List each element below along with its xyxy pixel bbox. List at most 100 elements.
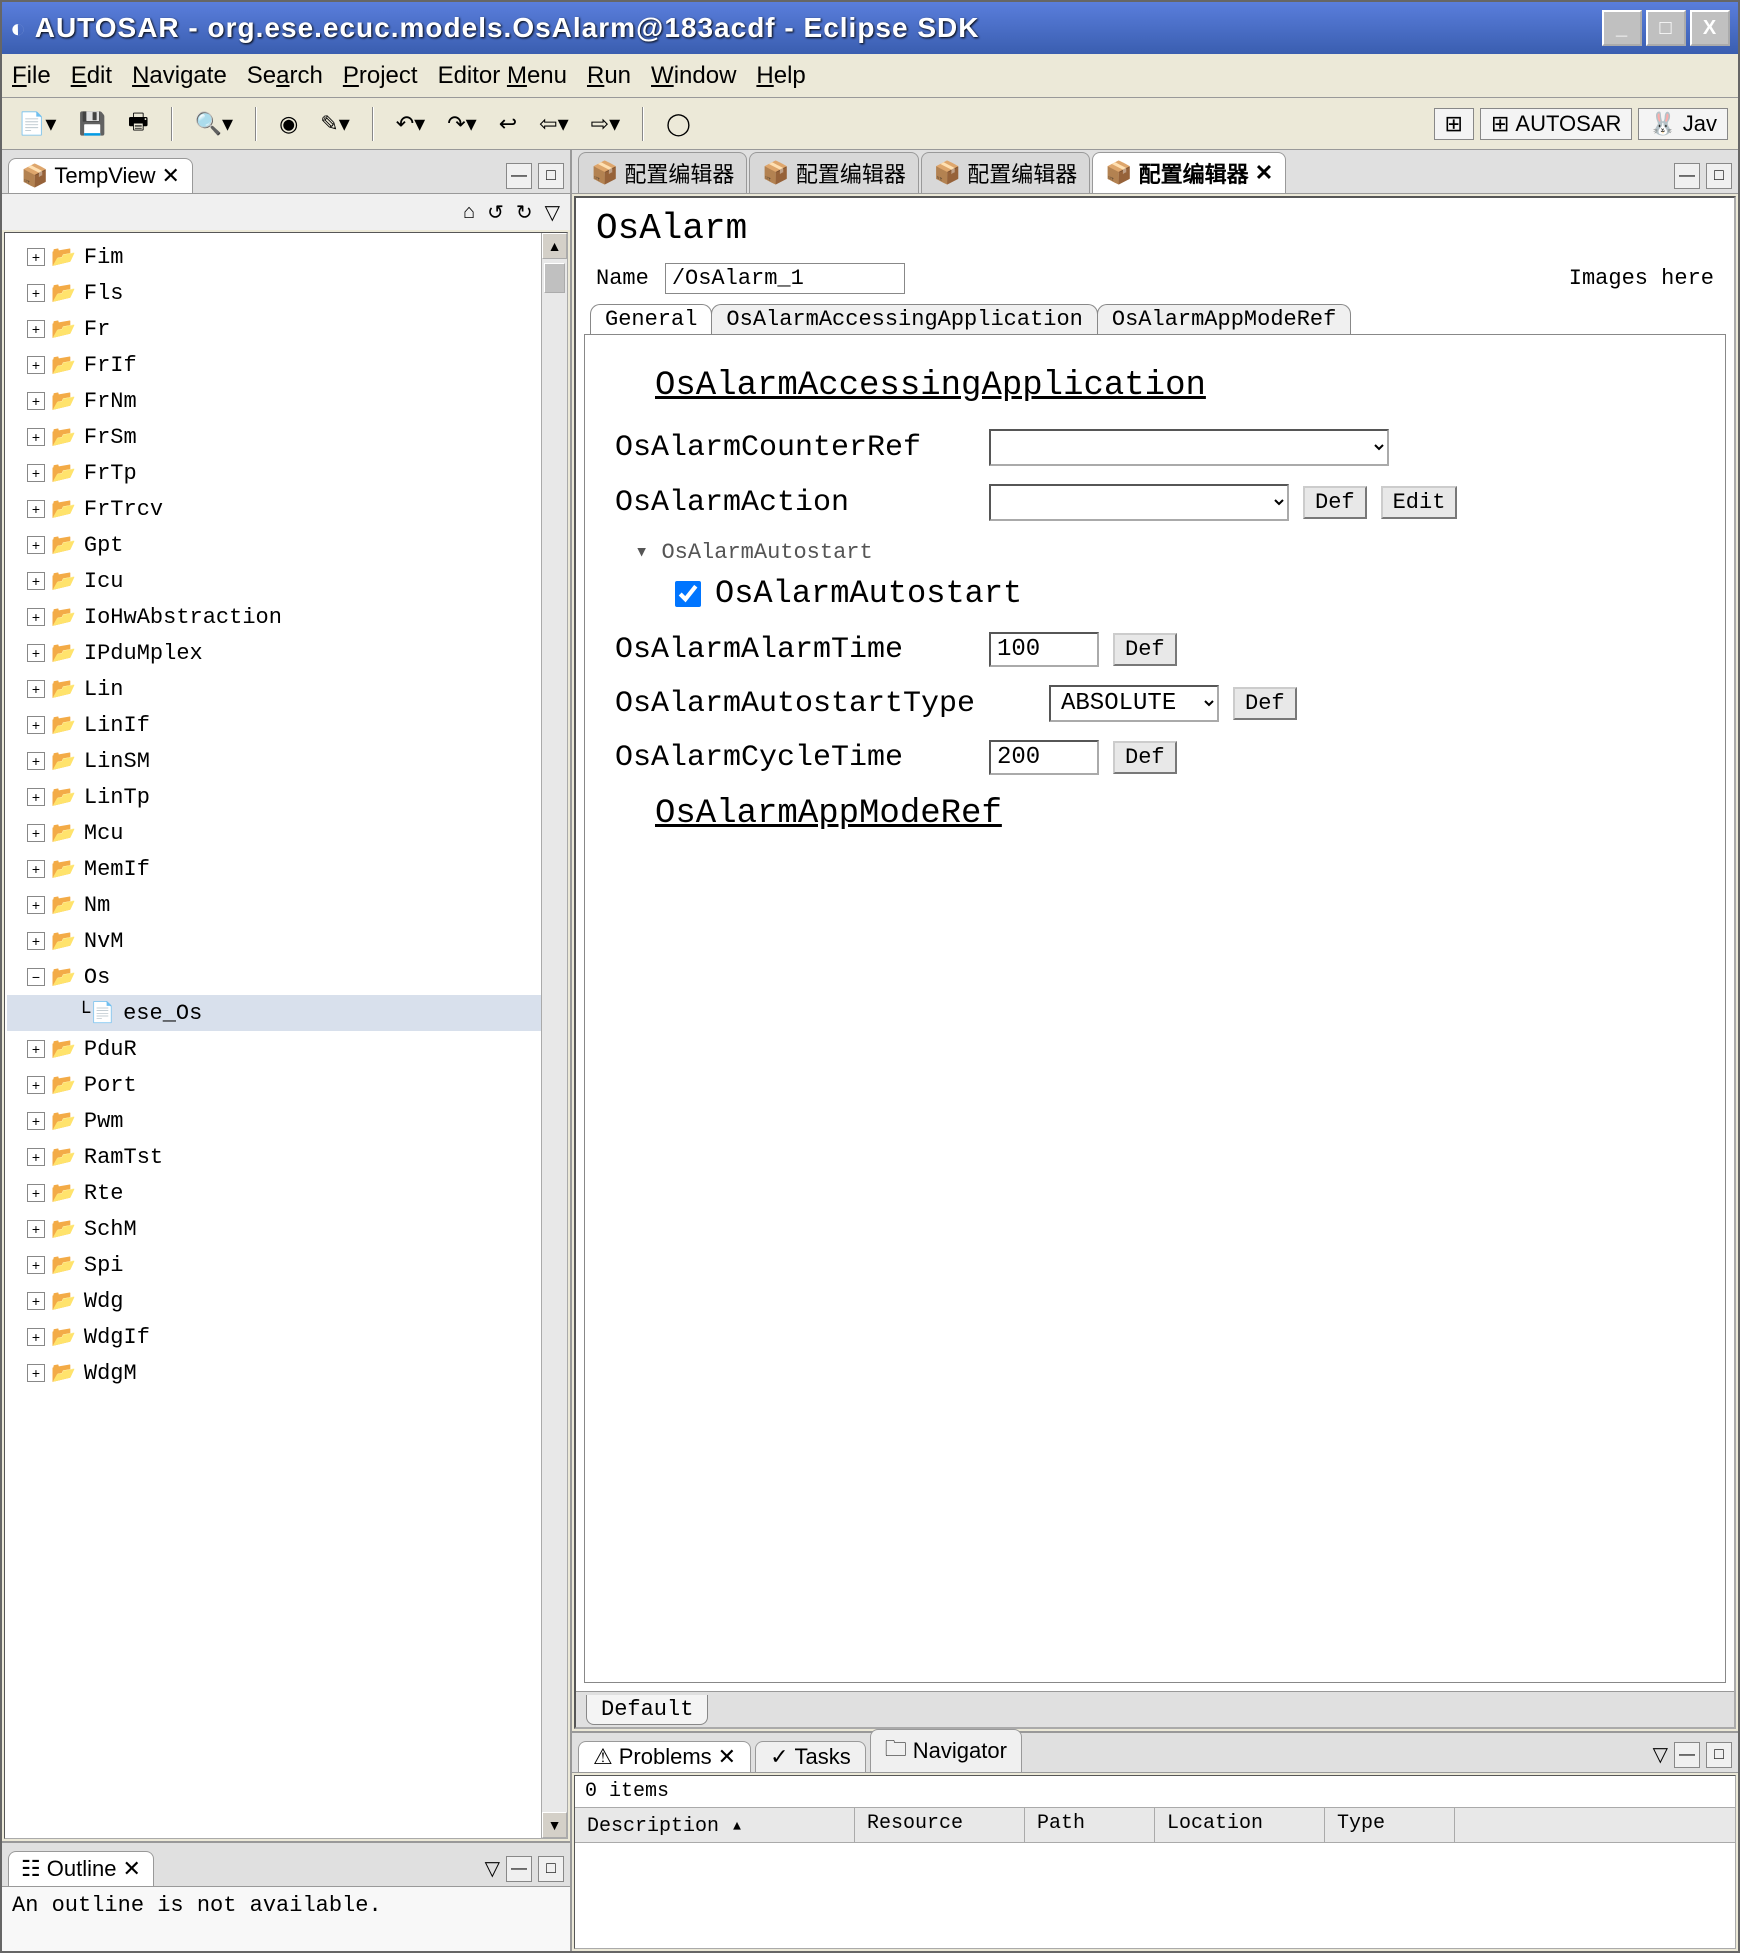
tree-item[interactable]: −📂Os: [7, 959, 565, 995]
wand-button[interactable]: ✎▾: [314, 109, 355, 139]
expand-icon[interactable]: +: [27, 1364, 45, 1382]
scroll-down-button[interactable]: ▼: [542, 1812, 567, 1838]
expand-icon[interactable]: +: [27, 320, 45, 338]
tree-item[interactable]: +📂MemIf: [7, 851, 565, 887]
autostart-checkbox[interactable]: [675, 581, 701, 607]
minimize-button[interactable]: _: [1602, 10, 1642, 46]
tasks-tab[interactable]: ✓Tasks: [755, 1741, 866, 1772]
tree-item[interactable]: +📂NvM: [7, 923, 565, 959]
menu-search[interactable]: Search: [247, 62, 323, 90]
editor-tab-3[interactable]: 📦配置编辑器: [921, 152, 1090, 193]
minimize-view-button[interactable]: —: [506, 1856, 532, 1882]
autostart-type-def-button[interactable]: Def: [1233, 687, 1297, 720]
close-icon[interactable]: ✕: [718, 1744, 736, 1770]
tree-item[interactable]: +📂FrTp: [7, 455, 565, 491]
tree-item[interactable]: +📂LinIf: [7, 707, 565, 743]
outline-tab[interactable]: ☷ Outline ✕: [8, 1851, 154, 1886]
expand-icon[interactable]: +: [27, 1328, 45, 1346]
save-button[interactable]: 💾: [72, 109, 111, 139]
expand-icon[interactable]: +: [27, 788, 45, 806]
menu-run[interactable]: Run: [587, 62, 631, 90]
expand-icon[interactable]: +: [27, 824, 45, 842]
tree-item[interactable]: +📂PduR: [7, 1031, 565, 1067]
subtab-general[interactable]: General: [590, 304, 712, 334]
expand-icon[interactable]: +: [27, 500, 45, 518]
scroll-thumb[interactable]: [544, 263, 565, 293]
maximize-view-button[interactable]: □: [1706, 1742, 1732, 1768]
col-location[interactable]: Location: [1155, 1808, 1325, 1842]
toggle-button[interactable]: ◉: [273, 109, 304, 139]
menu-window[interactable]: Window: [651, 62, 736, 90]
tree-item[interactable]: +📂FrNm: [7, 383, 565, 419]
tree-item[interactable]: +📂IoHwAbstraction: [7, 599, 565, 635]
alarm-time-input[interactable]: [989, 632, 1099, 667]
expand-icon[interactable]: +: [27, 1292, 45, 1310]
nav-c-button[interactable]: ↩: [493, 109, 523, 139]
col-path[interactable]: Path: [1025, 1808, 1155, 1842]
expand-icon[interactable]: +: [27, 392, 45, 410]
tree-item[interactable]: +📂Icu: [7, 563, 565, 599]
close-icon[interactable]: ✕: [1255, 160, 1273, 186]
menu-file[interactable]: File: [12, 62, 51, 90]
minimize-view-button[interactable]: —: [506, 163, 532, 189]
cycle-time-def-button[interactable]: Def: [1113, 741, 1177, 774]
subtab-appmoderef[interactable]: OsAlarmAppModeRef: [1097, 304, 1351, 334]
expand-icon[interactable]: +: [27, 248, 45, 266]
tempview-tab[interactable]: 📦 TempView ✕: [8, 158, 193, 193]
menu-project[interactable]: Project: [343, 62, 418, 90]
cycle-time-input[interactable]: [989, 740, 1099, 775]
minimize-view-button[interactable]: —: [1674, 1742, 1700, 1768]
maximize-editor-button[interactable]: □: [1706, 163, 1732, 189]
tree-item[interactable]: +📂Fr: [7, 311, 565, 347]
expand-icon[interactable]: +: [27, 752, 45, 770]
tree-item[interactable]: +📂Fls: [7, 275, 565, 311]
navigator-tab[interactable]: 🗀Navigator: [870, 1729, 1022, 1772]
alarm-time-def-button[interactable]: Def: [1113, 633, 1177, 666]
editor-tab-1[interactable]: 📦配置编辑器: [578, 152, 747, 193]
expand-icon[interactable]: +: [27, 932, 45, 950]
new-button[interactable]: 📄▾: [12, 109, 62, 139]
bottom-tab-default[interactable]: Default: [586, 1695, 708, 1725]
tree-item[interactable]: +📂Spi: [7, 1247, 565, 1283]
tree-view[interactable]: +📂Fim+📂Fls+📂Fr+📂FrIf+📂FrNm+📂FrSm+📂FrTp+📂…: [4, 232, 568, 1839]
fwd-icon[interactable]: ↻: [516, 200, 533, 225]
menu-help[interactable]: Help: [756, 62, 805, 90]
scroll-up-button[interactable]: ▲: [542, 233, 567, 259]
expand-icon[interactable]: +: [27, 1184, 45, 1202]
expand-icon[interactable]: +: [27, 644, 45, 662]
expand-icon[interactable]: +: [27, 428, 45, 446]
tree-item[interactable]: +📂Rte: [7, 1175, 565, 1211]
back-icon[interactable]: ↺: [487, 200, 504, 225]
tree-item[interactable]: +📂WdgM: [7, 1355, 565, 1391]
java-perspective[interactable]: 🐰 Jav: [1638, 108, 1728, 140]
name-input[interactable]: [665, 263, 905, 294]
col-resource[interactable]: Resource: [855, 1808, 1025, 1842]
action-def-button[interactable]: Def: [1303, 486, 1367, 519]
tree-item[interactable]: +📂Pwm: [7, 1103, 565, 1139]
tree-item[interactable]: +📂IPduMplex: [7, 635, 565, 671]
editor-tab-2[interactable]: 📦配置编辑器: [749, 152, 918, 193]
nav-a-button[interactable]: ↶▾: [390, 109, 431, 139]
expand-icon[interactable]: +: [27, 1076, 45, 1094]
tree-item[interactable]: +📂FrSm: [7, 419, 565, 455]
col-type[interactable]: Type: [1325, 1808, 1455, 1842]
close-icon[interactable]: ✕: [162, 163, 180, 189]
expand-icon[interactable]: +: [27, 716, 45, 734]
expand-icon[interactable]: +: [27, 572, 45, 590]
col-description[interactable]: Description ▴: [575, 1808, 855, 1842]
menu-icon[interactable]: ▽: [1653, 1742, 1668, 1768]
fwd-button[interactable]: ⇨▾: [585, 109, 626, 139]
expand-icon[interactable]: +: [27, 896, 45, 914]
close-button[interactable]: X: [1690, 10, 1730, 46]
help-button[interactable]: ◯: [660, 109, 697, 139]
expand-icon[interactable]: +: [27, 1040, 45, 1058]
tree-child-item[interactable]: └ 📄ese_Os: [7, 995, 565, 1031]
tree-item[interactable]: +📂RamTst: [7, 1139, 565, 1175]
maximize-view-button[interactable]: □: [538, 1856, 564, 1882]
menu-icon[interactable]: ▽: [485, 1856, 500, 1882]
tree-item[interactable]: +📂LinSM: [7, 743, 565, 779]
counter-ref-select[interactable]: [989, 429, 1389, 466]
tree-item[interactable]: +📂Mcu: [7, 815, 565, 851]
expand-icon[interactable]: +: [27, 860, 45, 878]
tree-item[interactable]: +📂Gpt: [7, 527, 565, 563]
